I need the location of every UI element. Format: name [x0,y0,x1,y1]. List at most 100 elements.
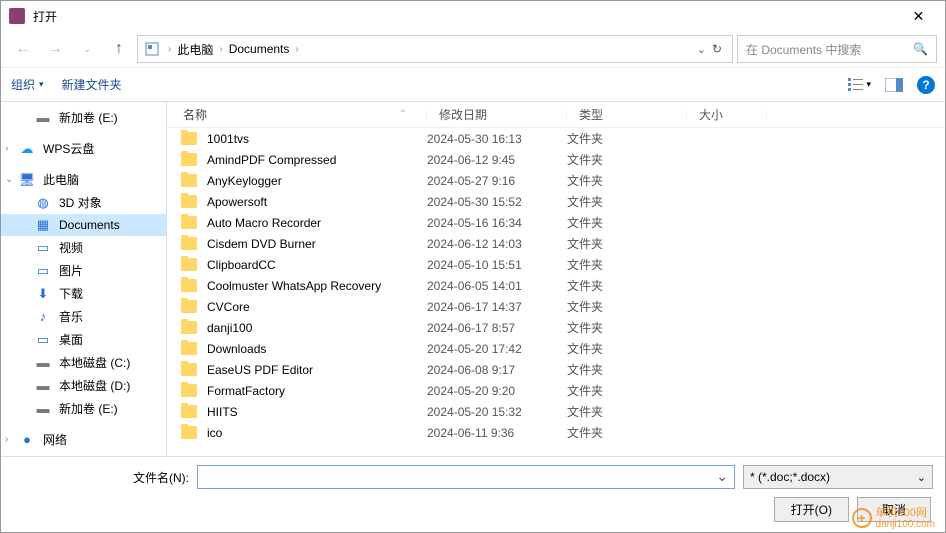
file-row[interactable]: CVCore2024-06-17 14:37文件夹 [167,296,945,317]
search-input[interactable]: 在 Documents 中搜索 🔍 [737,35,937,63]
file-date: 2024-06-05 14:01 [427,279,567,293]
file-date: 2024-05-20 9:20 [427,384,567,398]
view-mode-button[interactable]: ▾ [848,78,871,92]
folder-icon [181,363,197,376]
back-button[interactable]: ← [9,35,37,63]
file-name: AnyKeylogger [207,174,282,188]
column-name[interactable]: 名称 ⌃ [167,106,427,123]
folder-icon [181,342,197,355]
cloud-icon: ☁ [19,141,35,157]
file-row[interactable]: AmindPDF Compressed2024-06-12 9:45文件夹 [167,149,945,170]
folder-icon [181,405,197,418]
file-row[interactable]: Apowersoft2024-05-30 15:52文件夹 [167,191,945,212]
file-date: 2024-05-20 17:42 [427,342,567,356]
sidebar-item[interactable]: ›☁WPS云盘 [1,137,166,160]
sidebar-item-label: 本地磁盘 (D:) [59,377,130,394]
file-pane[interactable]: 名称 ⌃ 修改日期 类型 大小 1001tvs2024-05-30 16:13文… [167,102,945,456]
chevron-right-icon: › [164,44,175,55]
drive-icon: ▬ [35,355,51,371]
preview-pane-button[interactable] [885,78,903,92]
column-type[interactable]: 类型 [567,106,687,123]
expand-icon[interactable]: › [5,143,8,154]
sidebar-item[interactable]: ▬ 新加卷 (E:) [1,106,166,129]
up-button[interactable]: ↑ [105,35,133,63]
sidebar-item-label: 本地磁盘 (C:) [59,354,130,371]
drive-icon: ▬ [35,110,51,126]
address-bar[interactable]: › 此电脑 › Documents › ⌄ ↻ [137,35,733,63]
file-name: AmindPDF Compressed [207,153,336,167]
breadcrumb-item[interactable]: 此电脑 [175,37,215,62]
file-row[interactable]: Auto Macro Recorder2024-05-16 16:34文件夹 [167,212,945,233]
window-title: 打开 [33,8,57,25]
file-row[interactable]: Cisdem DVD Burner2024-06-12 14:03文件夹 [167,233,945,254]
file-type: 文件夹 [567,214,687,231]
chevron-down-icon: ⌄ [917,471,926,484]
sidebar-item-label: 新加卷 (E:) [59,400,118,417]
close-button[interactable]: ✕ [896,2,941,30]
file-row[interactable]: AnyKeylogger2024-05-27 9:16文件夹 [167,170,945,191]
file-row[interactable]: HIITS2024-05-20 15:32文件夹 [167,401,945,422]
new-folder-button[interactable]: 新建文件夹 [62,76,122,93]
recent-dropdown[interactable]: ⌄ [73,35,101,63]
file-date: 2024-06-12 9:45 [427,153,567,167]
net-icon: ● [19,432,35,448]
address-dropdown-icon[interactable]: ⌄ [697,43,706,56]
file-row[interactable]: EaseUS PDF Editor2024-06-08 9:17文件夹 [167,359,945,380]
expand-icon[interactable]: › [5,434,8,445]
open-button[interactable]: 打开(O) [774,497,849,522]
folder-icon [181,426,197,439]
sidebar-item[interactable]: ▬新加卷 (E:) [1,397,166,420]
cancel-button[interactable]: 取消 [857,497,931,522]
sidebar-item[interactable]: ▦Documents [1,214,166,236]
file-date: 2024-05-30 16:13 [427,132,567,146]
filename-label: 文件名(N): [13,469,189,486]
file-row[interactable]: ico2024-06-11 9:36文件夹 [167,422,945,443]
sidebar[interactable]: ▬新加卷 (E:)›☁WPS云盘⌄🖥此电脑◍3D 对象▦Documents▭视频… [1,102,167,456]
sidebar-item[interactable]: ▭图片 [1,259,166,282]
organize-menu[interactable]: 组织 ▾ [11,76,44,93]
app-icon [9,8,25,24]
sidebar-item[interactable]: ▭ 桌面 [1,328,166,351]
file-type: 文件夹 [567,340,687,357]
sidebar-item-label: 新加卷 (E:) [59,109,118,126]
sidebar-item[interactable]: ▭视频 [1,236,166,259]
file-row[interactable]: Downloads 2024-05-20 17:42文件夹 [167,338,945,359]
folder-icon [181,279,197,292]
refresh-icon[interactable]: ↻ [712,42,722,56]
file-name: Coolmuster WhatsApp Recovery [207,279,381,293]
file-date: 2024-05-27 9:16 [427,174,567,188]
column-size[interactable]: 大小 [687,106,767,123]
file-row[interactable]: FormatFactory2024-05-20 9:20文件夹 [167,380,945,401]
filename-input[interactable] [197,465,735,489]
video-icon: ▭ [35,240,51,256]
sidebar-item-label: 桌面 [59,331,83,348]
expand-icon[interactable]: ⌄ [5,174,13,185]
file-type: 文件夹 [567,361,687,378]
file-row[interactable]: danji1002024-06-17 8:57文件夹 [167,317,945,338]
titlebar: 打开 ✕ [1,1,945,31]
file-name: Downloads [207,342,266,356]
file-row[interactable]: 1001tvs2024-05-30 16:13文件夹 [167,128,945,149]
body: ▬新加卷 (E:)›☁WPS云盘⌄🖥此电脑◍3D 对象▦Documents▭视频… [1,101,945,457]
file-date: 2024-06-17 14:37 [427,300,567,314]
sidebar-item[interactable]: ◍3D 对象 [1,191,166,214]
file-row[interactable]: ClipboardCC2024-05-10 15:51文件夹 [167,254,945,275]
sidebar-item[interactable]: ▬本地磁盘 (D:) [1,374,166,397]
column-date[interactable]: 修改日期 [427,106,567,123]
file-type: 文件夹 [567,193,687,210]
sidebar-item-label: Documents [59,218,120,232]
sidebar-item[interactable]: ⌄🖥此电脑 [1,168,166,191]
sidebar-item[interactable]: ▬ 本地磁盘 (C:) [1,351,166,374]
forward-button[interactable]: → [41,35,69,63]
file-name: danji100 [207,321,252,335]
sidebar-item-label: 下载 [59,285,83,302]
desktop-icon: ▭ [35,332,51,348]
folder-icon [181,174,197,187]
filetype-select[interactable]: * (*.doc;*.docx) ⌄ [743,465,933,489]
breadcrumb-item[interactable]: Documents [227,38,292,60]
file-row[interactable]: Coolmuster WhatsApp Recovery 2024-06-05 1… [167,275,945,296]
sidebar-item[interactable]: ›●网络 [1,428,166,451]
sidebar-item[interactable]: ⬇下载 [1,282,166,305]
sidebar-item[interactable]: ♪音乐 [1,305,166,328]
help-button[interactable]: ? [917,76,935,94]
